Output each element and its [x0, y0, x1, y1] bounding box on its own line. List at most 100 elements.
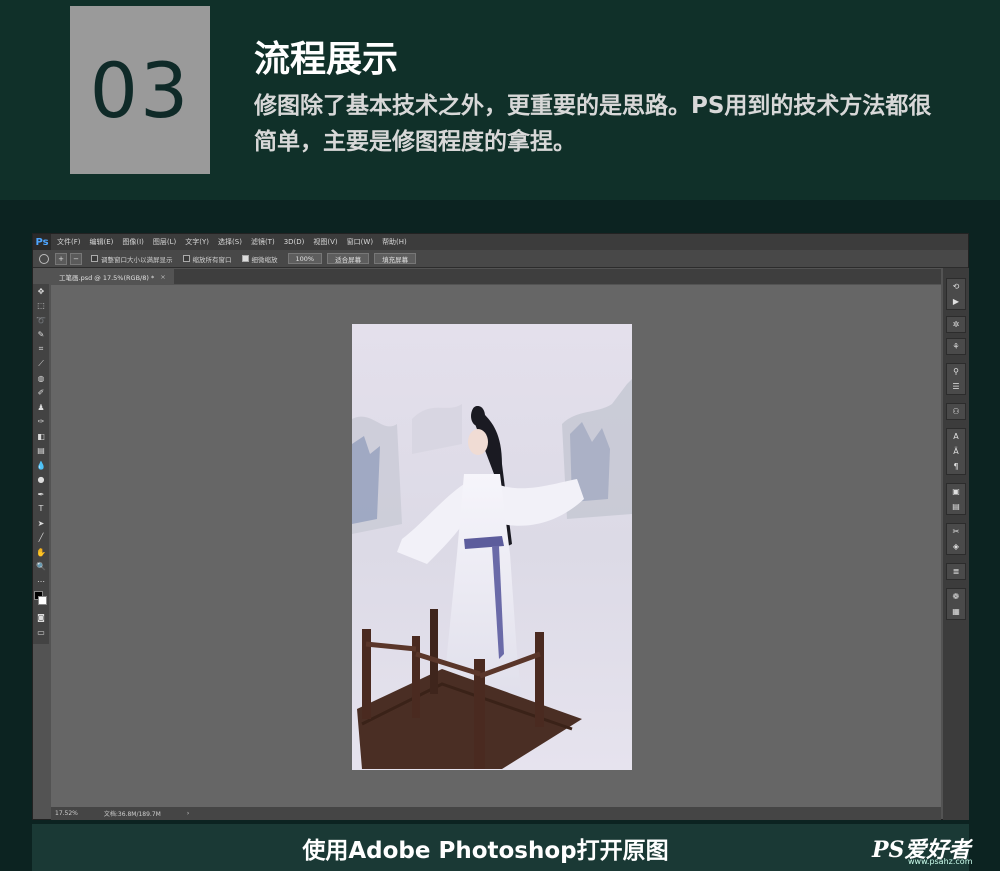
blur-tool-icon[interactable]: 💧	[33, 458, 49, 473]
site-watermark: PS爱好者 www.psahz.com	[872, 832, 996, 868]
watermark-url: www.psahz.com	[908, 857, 973, 866]
properties-panel-icon[interactable]: ☰	[947, 379, 965, 394]
panel-group-3: ⚘	[946, 338, 966, 355]
color-swatches[interactable]	[33, 589, 49, 611]
channels-panel-icon[interactable]: ❁	[947, 589, 965, 604]
canvas-area[interactable]	[51, 285, 959, 807]
background-color-swatch[interactable]	[38, 595, 47, 605]
menu-file[interactable]: 文件(F)	[57, 237, 81, 247]
path-select-tool-icon[interactable]: ➤	[33, 516, 49, 531]
menu-window[interactable]: 窗口(W)	[347, 237, 373, 247]
panel-group-5: ⚇	[946, 403, 966, 420]
zoom-100-button[interactable]: 100%	[287, 253, 323, 264]
step-number: 03	[89, 45, 191, 135]
menu-3d[interactable]: 3D(D)	[284, 238, 305, 246]
photoshop-window: Ps 文件(F) 编辑(E) 图像(I) 图层(L) 文字(Y) 选择(S) 滤…	[32, 233, 969, 820]
resize-windows-label: 调整窗口大小以满屏显示	[101, 255, 173, 264]
options-bar: + − 调整窗口大小以满屏显示 缩放所有窗口 细微缩放 100% 适合屏幕 填充…	[33, 250, 968, 268]
caption-bar: 使用Adobe Photoshop打开原图	[32, 824, 969, 871]
menu-type[interactable]: 文字(Y)	[185, 237, 209, 247]
document-image	[352, 324, 632, 770]
clone-source-panel-icon[interactable]: ⚲	[947, 364, 965, 379]
menu-bar: Ps 文件(F) 编辑(E) 图像(I) 图层(L) 文字(Y) 选择(S) 滤…	[33, 234, 968, 250]
zoom-level[interactable]: 17.52%	[55, 810, 78, 817]
tool-presets-panel-icon[interactable]: ✂	[947, 524, 965, 539]
zoom-tool-icon[interactable]: 🔍	[33, 560, 49, 575]
gradient-tool-icon[interactable]: ▤	[33, 444, 49, 459]
caption-text: 使用Adobe Photoshop打开原图	[302, 837, 669, 864]
eyedropper-tool-icon[interactable]: ⟋	[33, 357, 49, 372]
layer-comps-panel-icon[interactable]: ⚇	[947, 404, 965, 419]
menu-filter[interactable]: 滤镜(T)	[251, 237, 275, 247]
section-header: 03 流程展示 修图除了基本技术之外，更重要的是思路。PS用到的技术方法都很简单…	[0, 0, 1000, 200]
more-tools-icon[interactable]: ⋯	[33, 574, 49, 589]
panel-group-8: ✂ ◈	[946, 523, 966, 555]
zoom-tool-icon[interactable]	[39, 253, 49, 264]
move-tool-icon[interactable]: ✥	[33, 284, 49, 299]
pen-tool-icon[interactable]: ✒	[33, 487, 49, 502]
section-title: 流程展示	[254, 39, 399, 80]
scrubby-zoom-checkbox[interactable]	[241, 255, 249, 262]
resize-windows-checkbox[interactable]	[91, 255, 98, 262]
photoshop-logo: Ps	[33, 234, 51, 250]
brush-tool-icon[interactable]: ✐	[33, 386, 49, 401]
panel-group-7: ▣ ▤	[946, 483, 966, 515]
zoom-out-icon[interactable]: −	[70, 252, 82, 265]
photo-figure	[352, 324, 632, 770]
healing-brush-tool-icon[interactable]: ◍	[33, 371, 49, 386]
document-tab[interactable]: 工笔画.psd @ 17.5%(RGB/8) * ×	[51, 269, 174, 284]
character-styles-panel-icon[interactable]: Ä	[947, 444, 965, 459]
menu-layer[interactable]: 图层(L)	[153, 237, 176, 247]
brush-settings-panel-icon[interactable]: ⚘	[947, 339, 965, 354]
swatches-panel-icon[interactable]: ▣	[947, 484, 965, 499]
step-number-box: 03	[70, 6, 210, 174]
panel-group-6: A Ä ¶	[946, 428, 966, 475]
panel-group-10: ❁ ▦	[946, 588, 966, 620]
section-description: 修图除了基本技术之外，更重要的是思路。PS用到的技术方法都很简单，主要是修图程度…	[254, 93, 932, 155]
eraser-tool-icon[interactable]: ◧	[33, 429, 49, 444]
menu-view[interactable]: 视图(V)	[313, 237, 337, 247]
character-panel-icon[interactable]: A	[947, 429, 965, 444]
marquee-tool-icon[interactable]: ⬚	[33, 299, 49, 314]
status-bar: 17.52% 文档:36.8M/189.7M ›	[51, 807, 941, 820]
menu-select[interactable]: 选择(S)	[218, 237, 242, 247]
hand-tool-icon[interactable]: ✋	[33, 545, 49, 560]
line-tool-icon[interactable]: ╱	[33, 531, 49, 546]
type-tool-icon[interactable]: T	[33, 502, 49, 517]
history-brush-tool-icon[interactable]: ✑	[33, 415, 49, 430]
zoom-in-icon[interactable]: +	[55, 252, 67, 265]
notes-panel-icon[interactable]: ▤	[947, 499, 965, 514]
adjustments-panel-icon[interactable]: ◈	[947, 539, 965, 554]
paths-panel-icon[interactable]: ▦	[947, 604, 965, 619]
paragraph-panel-icon[interactable]: ¶	[947, 459, 965, 474]
panel-group-2: ✲	[946, 316, 966, 333]
tutorial-page: 03 流程展示 修图除了基本技术之外，更重要的是思路。PS用到的技术方法都很简单…	[0, 0, 1000, 871]
quick-select-tool-icon[interactable]: ✎	[33, 328, 49, 343]
menu-help[interactable]: 帮助(H)	[382, 237, 407, 247]
layers-panel-icon[interactable]: ≣	[947, 564, 965, 579]
navigator-panel-icon[interactable]: ✲	[947, 317, 965, 332]
tools-panel: ✥ ⬚ ➰ ✎ ⌗ ⟋ ◍ ✐ ♟ ✑ ◧ ▤ 💧 ● ✒ T ➤ ╱ ✋ 🔍 …	[33, 284, 49, 644]
zoom-all-checkbox[interactable]	[182, 255, 190, 262]
screen-mode-icon[interactable]: ▭	[33, 625, 49, 640]
panel-dock: ⟲ ▶ ✲ ⚘ ⚲ ☰ ⚇ A Ä ¶ ▣ ▤ ✂ ◈ ≣ ❁ ▦	[943, 268, 969, 820]
quick-mask-icon[interactable]: ◙	[33, 611, 49, 626]
menu-image[interactable]: 图像(I)	[122, 237, 144, 247]
menu-edit[interactable]: 编辑(E)	[90, 237, 114, 247]
close-icon[interactable]: ×	[160, 273, 165, 281]
document-tab-bar: 工笔画.psd @ 17.5%(RGB/8) * ×	[51, 269, 941, 284]
fit-screen-button[interactable]: 适合屏幕	[327, 253, 370, 264]
history-panel-icon[interactable]: ⟲	[947, 279, 965, 294]
lasso-tool-icon[interactable]: ➰	[33, 313, 49, 328]
status-arrow-icon[interactable]: ›	[187, 810, 189, 817]
panel-group-1: ⟲ ▶	[946, 278, 966, 310]
clone-stamp-tool-icon[interactable]: ♟	[33, 400, 49, 415]
scrubby-zoom-label: 细微缩放	[251, 255, 278, 264]
crop-tool-icon[interactable]: ⌗	[33, 342, 49, 357]
fill-screen-button[interactable]: 填充屏幕	[374, 253, 417, 264]
actions-panel-icon[interactable]: ▶	[947, 294, 965, 309]
document-size: 文档:36.8M/189.7M	[103, 811, 161, 818]
dodge-tool-icon[interactable]: ●	[33, 473, 49, 488]
document-tab-label: 工笔画.psd @ 17.5%(RGB/8) *	[59, 273, 155, 282]
panel-group-4: ⚲ ☰	[946, 363, 966, 395]
